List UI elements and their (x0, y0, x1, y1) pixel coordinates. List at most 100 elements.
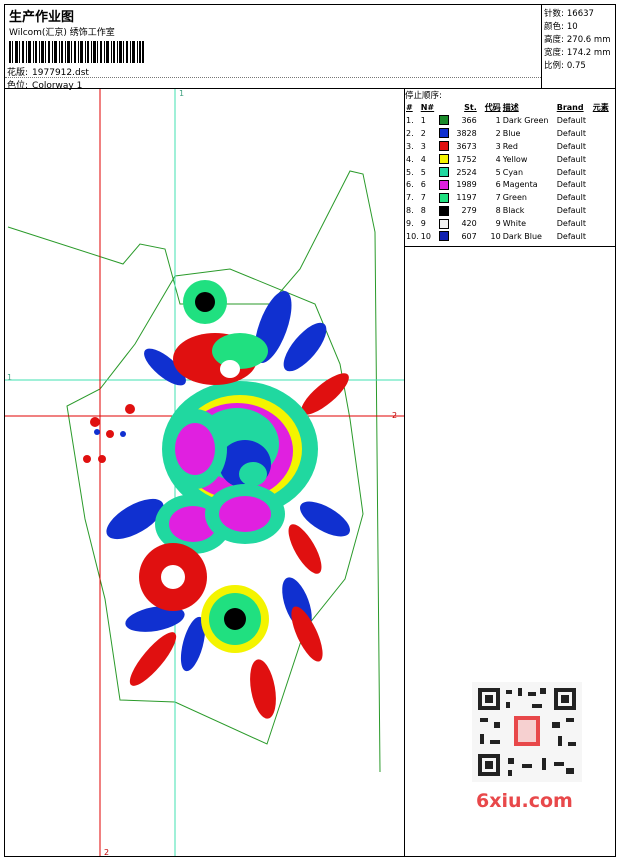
thread-needle: 9 (420, 219, 426, 229)
spec-width: 宽度: 174.2 mm (544, 48, 611, 58)
thread-table-body: 1. 1 366 1 Dark Green Default 2. 2 3828 2 Blue Defa… (405, 114, 614, 243)
thread-stitches: 1989 (456, 180, 477, 190)
thread-brand: Default (556, 231, 586, 241)
stop-sequence-title: 停止顺序: (405, 91, 442, 101)
thread-index: 5. (406, 167, 414, 177)
thread-code: 5 (495, 167, 501, 177)
thread-needle: 7 (420, 193, 426, 203)
thread-code: 2 (495, 128, 501, 138)
guide-label-h2: 2 (392, 411, 397, 420)
stop-sequence-panel: 停止顺序: # N# St. 代码 描述 Brand 元素 1. 1 366 1 Dar… (405, 89, 615, 247)
qr-code-icon (472, 682, 582, 782)
thread-table: # N# St. 代码 描述 Brand 元素 1. 1 366 1 Dark Gree… (405, 101, 614, 243)
thread-needle: 4 (420, 154, 426, 164)
thread-brand: Default (556, 206, 586, 216)
spec-stitches: 针数: 16637 (544, 9, 594, 19)
embroidery-motif (83, 280, 350, 719)
thread-swatch (438, 217, 452, 230)
thread-brand: Default (556, 167, 586, 177)
thread-index: 2. (406, 128, 414, 138)
thread-element (592, 140, 614, 153)
color-swatch-icon (438, 179, 449, 190)
thread-code: 4 (495, 154, 501, 164)
thread-needle: 8 (420, 206, 426, 216)
thread-stitches: 2524 (456, 167, 477, 177)
color-swatch-icon (438, 192, 449, 203)
thread-row: 1. 1 366 1 Dark Green Default (405, 114, 614, 127)
col-index: # (406, 103, 413, 112)
thread-element (592, 127, 614, 140)
barcode-icon (9, 41, 144, 63)
thread-code: 10 (490, 231, 501, 241)
thread-element (592, 217, 614, 230)
thread-needle: 2 (420, 128, 426, 138)
thread-description: Red (502, 141, 518, 151)
col-description: 描述 (502, 103, 519, 112)
guide-label-h1: 1 (7, 373, 12, 382)
thread-code: 8 (495, 206, 501, 216)
col-element: 元素 (592, 103, 609, 112)
thread-needle: 1 (420, 115, 426, 125)
thread-element (592, 204, 614, 217)
thread-element (592, 230, 614, 243)
thread-element (592, 114, 614, 127)
thread-description: Green (502, 193, 527, 203)
thread-swatch (438, 127, 452, 140)
color-swatch-icon (438, 167, 449, 177)
thread-needle: 3 (420, 141, 426, 151)
color-swatch-icon (438, 231, 449, 242)
thread-index: 8. (406, 206, 414, 216)
thread-element (592, 166, 614, 179)
thread-table-header: # N# St. 代码 描述 Brand 元素 (405, 101, 614, 114)
thread-element (592, 153, 614, 166)
thread-description: White (502, 219, 526, 229)
thread-stitches: 3828 (456, 128, 477, 138)
thread-swatch (438, 153, 452, 166)
thread-swatch (438, 191, 452, 204)
thread-description: Magenta (502, 180, 538, 190)
thread-stitches: 366 (461, 115, 477, 125)
thread-description: Black (502, 206, 525, 216)
thread-index: 1. (406, 115, 414, 125)
thread-brand: Default (556, 219, 586, 229)
color-swatch-icon (438, 128, 449, 139)
guide-label-v2: 2 (104, 848, 109, 856)
thread-swatch (438, 204, 452, 217)
thread-brand: Default (556, 141, 586, 151)
color-swatch-icon (438, 218, 449, 229)
thread-description: Yellow (502, 154, 528, 164)
thread-brand: Default (556, 115, 586, 125)
header-divider (5, 77, 541, 78)
color-swatch-icon (438, 205, 449, 216)
thread-row: 3. 3 3673 3 Red Default (405, 140, 614, 153)
thread-row: 9. 9 420 9 White Default (405, 217, 614, 230)
thread-element (592, 178, 614, 191)
spec-panel: 针数: 16637 颜色: 10 高度: 270.6 mm 宽度: 174.2 mm 比… (542, 5, 615, 89)
col-stitches: St. (464, 103, 477, 112)
thread-index: 6. (406, 180, 414, 190)
thread-swatch (438, 230, 452, 243)
thread-description: Cyan (502, 167, 524, 177)
thread-swatch (438, 166, 452, 179)
color-swatch-icon (438, 115, 449, 126)
thread-description: Blue (502, 128, 521, 138)
design-preview[interactable]: 1 1 2 2 (5, 89, 405, 856)
thread-row: 2. 2 3828 2 Blue Default (405, 127, 614, 140)
thread-brand: Default (556, 180, 586, 190)
thread-brand: Default (556, 128, 586, 138)
embroidery-canvas: 1 1 2 2 (5, 89, 404, 856)
thread-index: 7. (406, 193, 414, 203)
thread-code: 3 (495, 141, 501, 151)
thread-swatch (438, 114, 452, 127)
thread-stitches: 3673 (456, 141, 477, 151)
col-brand: Brand (556, 103, 584, 112)
thread-row: 5. 5 2524 5 Cyan Default (405, 166, 614, 179)
thread-index: 9. (406, 219, 414, 229)
color-swatch-icon (438, 141, 449, 152)
thread-index: 3. (406, 141, 414, 151)
thread-row: 8. 8 279 8 Black Default (405, 204, 614, 217)
thread-index: 4. (406, 154, 414, 164)
thread-code: 9 (495, 219, 501, 229)
color-swatch-icon (438, 154, 449, 165)
thread-code: 1 (495, 115, 501, 125)
